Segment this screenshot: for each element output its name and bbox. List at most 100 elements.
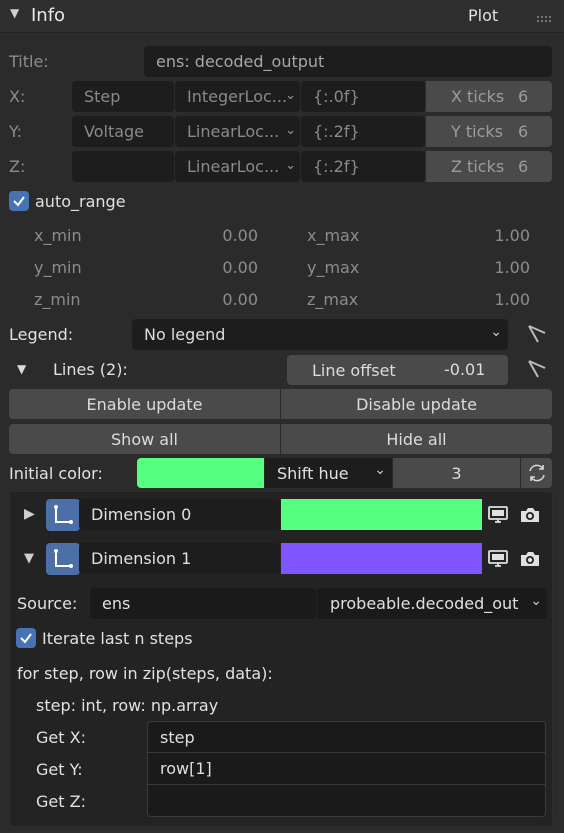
x-format-input[interactable]: {:.0f} xyxy=(301,81,425,112)
show-all-button[interactable]: Show all xyxy=(9,424,280,454)
hue-mode-value: Shift hue xyxy=(277,463,349,483)
get-y-input[interactable]: row[1] xyxy=(147,753,546,785)
y-max-label: y_max xyxy=(307,258,360,277)
x-max-value[interactable]: 1.00 xyxy=(470,226,530,245)
y-axis-name-input[interactable]: Voltage xyxy=(72,116,174,147)
dimension-1-name[interactable]: Dimension 1 xyxy=(79,543,280,574)
lines-expand-triangle-icon[interactable]: ▼ xyxy=(17,362,26,376)
x-locator-value: IntegerLoc... xyxy=(187,87,288,106)
plot-tab[interactable]: Plot xyxy=(468,6,498,25)
z-ticks-field[interactable]: Z ticks 6 xyxy=(426,151,552,182)
line-offset-field[interactable]: Line offset -0.01 xyxy=(287,355,508,385)
source-input[interactable]: ens xyxy=(90,588,316,619)
legend-select[interactable]: No legend ⌄ xyxy=(132,319,508,350)
get-x-input[interactable]: step xyxy=(147,721,546,753)
axes-icon xyxy=(46,499,80,531)
y-format-input[interactable]: {:.2f} xyxy=(301,116,425,147)
pin-arrow-icon[interactable] xyxy=(526,358,548,384)
checkmark-icon xyxy=(13,196,25,207)
chevron-down-icon: ⌄ xyxy=(530,593,542,609)
probe-value: probeable.decoded_out xyxy=(330,594,519,613)
checkmark-icon xyxy=(20,633,32,644)
z-min-label: z_min xyxy=(34,290,81,309)
dimension-1-color[interactable] xyxy=(281,543,482,574)
title-input[interactable]: ens: decoded_output xyxy=(144,46,552,77)
panel-header[interactable]: ▼ Info Plot xyxy=(0,0,564,33)
z-axis-name-input[interactable] xyxy=(72,151,174,182)
chevron-down-icon: ⌄ xyxy=(285,88,296,103)
monitor-icon[interactable] xyxy=(487,505,509,529)
z-max-value[interactable]: 1.00 xyxy=(470,290,530,309)
z-format-input[interactable]: {:.2f} xyxy=(301,151,425,182)
x-label: X: xyxy=(9,87,26,106)
drag-grip-icon[interactable] xyxy=(536,9,552,22)
camera-icon[interactable] xyxy=(519,549,541,573)
collapse-triangle-icon[interactable]: ▼ xyxy=(10,6,19,20)
y-ticks-label: Y ticks xyxy=(451,122,503,141)
get-z-label: Get Z: xyxy=(36,792,86,811)
x-ticks-label: X ticks xyxy=(451,87,505,106)
z-label: Z: xyxy=(9,157,26,176)
auto-range-checkbox[interactable] xyxy=(9,191,29,211)
z-max-label: z_max xyxy=(307,290,359,309)
line-offset-value: -0.01 xyxy=(444,360,486,379)
chevron-down-icon: ⌄ xyxy=(285,123,296,138)
panel-title: Info xyxy=(31,5,66,26)
x-ticks-field[interactable]: X ticks 6 xyxy=(426,81,552,112)
z-locator-value: LinearLoc... xyxy=(187,157,280,176)
title-label: Title: xyxy=(9,52,49,71)
y-label: Y: xyxy=(9,122,23,141)
x-axis-name-input[interactable]: Step xyxy=(72,81,174,112)
expand-triangle-icon[interactable]: ▶ xyxy=(24,506,35,522)
legend-label: Legend: xyxy=(9,325,74,344)
hue-mode-select[interactable]: Shift hue ⌄ xyxy=(265,458,392,488)
collapse-triangle-icon[interactable]: ▼ xyxy=(24,551,34,566)
z-ticks-label: Z ticks xyxy=(451,157,505,176)
axes-icon xyxy=(46,543,80,575)
y-ticks-value: 6 xyxy=(518,122,529,141)
camera-icon[interactable] xyxy=(519,505,541,529)
get-y-label: Get Y: xyxy=(36,760,83,779)
x-max-label: x_max xyxy=(307,226,360,245)
chevron-down-icon: ⌄ xyxy=(285,158,296,173)
pin-arrow-icon[interactable] xyxy=(526,323,548,349)
z-ticks-value: 6 xyxy=(518,157,529,176)
get-z-input[interactable] xyxy=(147,785,546,817)
dimension-0-color[interactable] xyxy=(281,499,482,530)
probe-select[interactable]: probeable.decoded_out ⌄ xyxy=(317,588,547,619)
z-min-value[interactable]: 0.00 xyxy=(200,290,258,309)
line-offset-label: Line offset xyxy=(312,360,396,380)
z-locator-select[interactable]: LinearLoc... ⌄ xyxy=(175,151,300,182)
chevron-down-icon: ⌄ xyxy=(490,324,502,340)
dimension-0-name[interactable]: Dimension 0 xyxy=(79,499,280,530)
initial-color-swatch[interactable] xyxy=(137,458,264,488)
source-label: Source: xyxy=(17,594,78,613)
iterate-label: Iterate last n steps xyxy=(42,629,193,648)
refresh-button[interactable] xyxy=(521,458,552,488)
code-hint-types: step: int, row: np.array xyxy=(36,696,219,715)
y-min-value[interactable]: 0.00 xyxy=(200,258,258,277)
iterate-checkbox[interactable] xyxy=(16,628,36,648)
y-ticks-field[interactable]: Y ticks 6 xyxy=(426,116,552,147)
monitor-icon[interactable] xyxy=(487,549,509,573)
refresh-icon xyxy=(528,464,545,482)
auto-range-label: auto_range xyxy=(35,192,126,211)
initial-color-label: Initial color: xyxy=(9,464,103,483)
disable-update-button[interactable]: Disable update xyxy=(281,389,552,419)
x-ticks-value: 6 xyxy=(518,87,529,106)
y-locator-value: LinearLoc... xyxy=(187,122,280,141)
x-min-label: x_min xyxy=(34,226,82,245)
chevron-down-icon: ⌄ xyxy=(374,462,386,478)
y-locator-select[interactable]: LinearLoc... ⌄ xyxy=(175,116,300,147)
x-min-value[interactable]: 0.00 xyxy=(200,226,258,245)
lines-label: Lines (2): xyxy=(53,360,128,379)
y-max-value[interactable]: 1.00 xyxy=(470,258,530,277)
legend-value: No legend xyxy=(144,325,226,344)
x-locator-select[interactable]: IntegerLoc... ⌄ xyxy=(175,81,300,112)
get-x-label: Get X: xyxy=(36,728,86,747)
enable-update-button[interactable]: Enable update xyxy=(9,389,280,419)
y-min-label: y_min xyxy=(34,258,82,277)
code-hint-loop: for step, row in zip(steps, data): xyxy=(17,664,273,683)
hue-count-field[interactable]: 3 xyxy=(393,458,520,488)
hide-all-button[interactable]: Hide all xyxy=(281,424,552,454)
